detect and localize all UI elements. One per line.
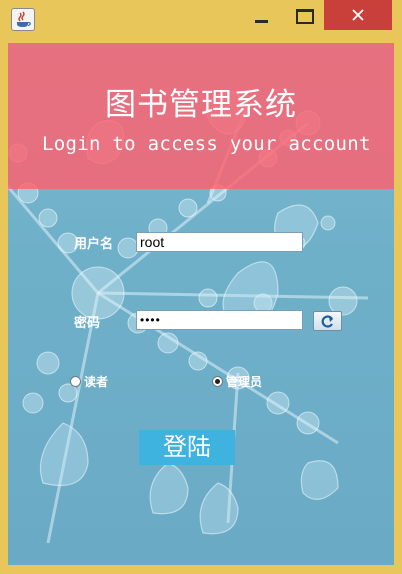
radio-button-selected[interactable] [212, 376, 223, 387]
login-button[interactable]: 登陆 [139, 430, 235, 465]
password-field[interactable]: •••• [136, 310, 303, 330]
username-label: 用户名 [74, 237, 114, 252]
header-banner: 图书管理系统 Login to access your account [8, 43, 394, 189]
role-admin-radio[interactable]: 管理员 [212, 373, 262, 390]
minimize-button[interactable] [245, 0, 277, 30]
title-bar [0, 0, 402, 38]
login-panel: 图书管理系统 Login to access your account 用户名 … [8, 43, 394, 565]
app-window: 图书管理系统 Login to access your account 用户名 … [0, 0, 402, 574]
username-field[interactable]: root [136, 232, 303, 252]
java-cup-icon[interactable] [11, 8, 35, 31]
refresh-eye-icon [321, 315, 333, 328]
show-password-button[interactable] [313, 311, 342, 331]
close-button[interactable] [324, 0, 392, 30]
radio-button[interactable] [70, 376, 81, 387]
role-reader-label: 读者 [84, 375, 109, 389]
role-reader-radio[interactable]: 读者 [70, 373, 108, 390]
login-subtitle: Login to access your account [42, 133, 371, 155]
maximize-button[interactable] [289, 0, 321, 30]
password-label: 密码 [74, 316, 101, 331]
close-icon [352, 9, 364, 21]
role-admin-label: 管理员 [226, 375, 263, 389]
app-title: 图书管理系统 [105, 87, 297, 123]
